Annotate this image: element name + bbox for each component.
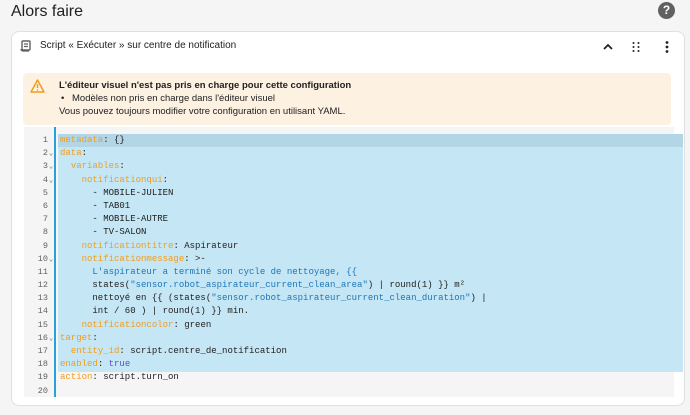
code-text: nettoyé en {{ (states("sensor.robot_aspi… (60, 293, 487, 304)
code-text: notificationcolor: green (81, 319, 212, 330)
code-text: - MOBILE-AUTRE (60, 214, 169, 225)
warning-note: Vous pouvez toujours modifier votre conf… (59, 106, 346, 117)
action-card: Script « Exécuter » sur centre de notifi… (11, 31, 685, 406)
code-text: metadata: {} (60, 135, 125, 145)
line-number: 7 (42, 214, 48, 225)
code-text: - TV-SALON (60, 227, 147, 238)
line-number: 1 (42, 135, 48, 145)
warning-title: L'éditeur visuel n'est pas pris en charg… (59, 80, 352, 91)
code-text: - TAB01 (60, 200, 131, 211)
active-line (58, 134, 683, 147)
line-number: 11 (37, 266, 48, 277)
fold-chevron-icon[interactable]: ⌄ (49, 333, 53, 346)
line-number: 10 (37, 253, 48, 264)
line-number: 8 (42, 227, 48, 238)
script-icon (20, 40, 31, 52)
code-text: target: (60, 332, 98, 343)
code-text: notificationtitre: Aspirateur (81, 240, 239, 251)
line-number: 5 (42, 187, 48, 198)
fold-chevron-icon[interactable]: ⌄ (49, 175, 53, 188)
code-text: notificationmessage: >- (81, 253, 206, 264)
line-number: 18 (37, 359, 48, 370)
code-text: states("sensor.robot_aspirateur_current_… (60, 280, 466, 291)
code-text: data: (60, 148, 88, 159)
code-text: enabled: true (60, 359, 131, 370)
line-number: 3 (42, 161, 48, 172)
line-number: 13 (37, 293, 48, 304)
warning-alert: L'éditeur visuel n'est pas pris en charg… (23, 73, 671, 125)
yaml-editor[interactable]: 1 metadata: {} 2 ⌄ data: 3 ⌄ variables: 4 ⌄ noti… (24, 127, 683, 397)
line-number: 20 (37, 385, 48, 396)
warning-list-item: Modèles non pris en charge dans l'éditeu… (61, 93, 275, 104)
page-header: Alors faire ? (0, 0, 690, 30)
line-number: 17 (37, 346, 48, 356)
card-title: Script « Exécuter » sur centre de notifi… (40, 40, 237, 51)
line-number: 14 (37, 306, 48, 317)
line-number: 9 (42, 240, 48, 251)
line-number: 2 (42, 148, 48, 159)
code-text: entity_id: script.centre_de_notification (70, 346, 287, 356)
gutter-border (54, 127, 56, 397)
fold-chevron-icon[interactable]: ⌄ (49, 254, 53, 267)
code-text: variables: (70, 161, 125, 172)
dots-vertical-icon[interactable] (660, 40, 674, 54)
line-number: 6 (42, 200, 48, 211)
page-title: Alors faire (11, 3, 84, 20)
code-text: L'aspirateur a terminé son cycle de nett… (60, 266, 358, 277)
drag-handle-icon[interactable] (629, 40, 643, 54)
card-header[interactable]: Script « Exécuter » sur centre de notifi… (12, 32, 684, 63)
code-text: notificationqui: (81, 174, 169, 185)
fold-chevron-icon[interactable]: ⌄ (49, 148, 53, 161)
fold-chevron-icon[interactable]: ⌄ (49, 161, 53, 174)
line-number: 12 (37, 280, 48, 291)
line-number: 15 (37, 319, 48, 330)
help-icon[interactable]: ? (658, 2, 675, 19)
alert-triangle-icon (30, 79, 45, 93)
code-text: int / 60 ) | round(1) }} min. (60, 306, 250, 317)
line-number: 16 (37, 332, 48, 343)
line-number: 4 (42, 174, 48, 185)
chevron-up-icon[interactable] (601, 40, 615, 54)
code-text: - MOBILE-JULIEN (60, 187, 174, 198)
code-text: action: script.turn_on (60, 372, 179, 383)
line-number: 19 (37, 372, 48, 383)
